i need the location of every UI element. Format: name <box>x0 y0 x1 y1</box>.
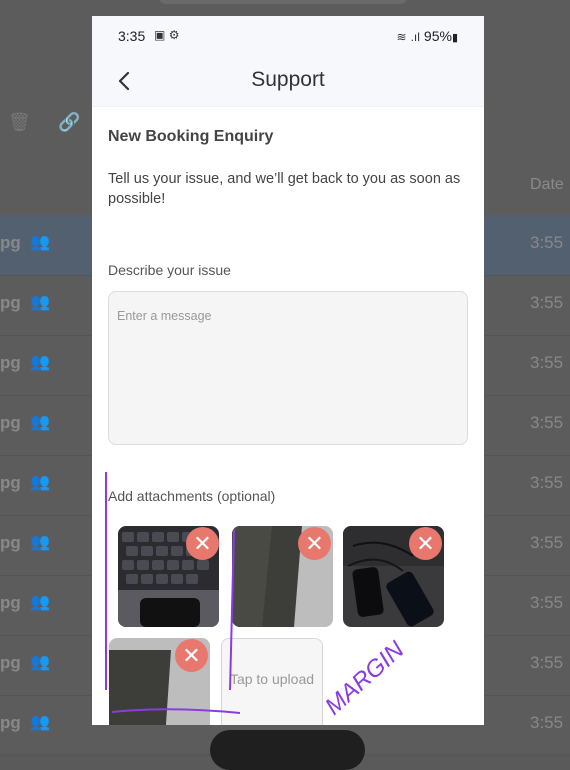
status-bar: 3:35 ▣ ⚙ ≋ .ıl 95%▮ <box>92 16 484 56</box>
background-row-name: pg <box>0 473 21 492</box>
people-icon: 👥 <box>30 354 50 371</box>
status-right: ≋ .ıl 95%▮ <box>397 28 459 44</box>
background-row-time: 3:55 <box>530 473 564 492</box>
upload-tile-label: Tap to upload <box>229 671 315 687</box>
remove-attachment-button[interactable]: ✕ <box>175 639 208 672</box>
gear-icon: ⚙ <box>168 28 180 42</box>
link-icon: 🔗 <box>58 112 81 132</box>
attachment-thumbnail[interactable]: ✕ <box>109 638 210 725</box>
remove-attachment-button[interactable]: ✕ <box>298 527 331 560</box>
background-row-name: pg <box>0 293 21 312</box>
describe-issue-label: Describe your issue <box>108 262 231 278</box>
people-icon: 👥 <box>30 534 50 551</box>
background-row-name: pg <box>0 593 21 612</box>
close-icon: ✕ <box>305 531 324 556</box>
status-time: 3:35 <box>118 28 146 44</box>
people-icon: 👥 <box>30 414 50 431</box>
page-title: Support <box>251 68 325 91</box>
remove-attachment-button[interactable]: ✕ <box>186 527 219 560</box>
battery-level: 95% <box>423 28 452 44</box>
background-row-name: pg <box>0 353 21 372</box>
background-row-time: 3:55 <box>530 413 564 432</box>
battery-icon: ▮ <box>451 32 458 44</box>
background-row-time: 3:55 <box>530 713 564 732</box>
image-icon: ▣ <box>154 28 166 42</box>
background-bottom-pill <box>210 730 365 770</box>
close-icon: ✕ <box>182 643 201 668</box>
background-row-time: 3:55 <box>530 293 564 312</box>
trash-icon: 🗑 <box>8 112 31 132</box>
background-row-time: 3:55 <box>530 233 564 252</box>
background-top-bar <box>158 0 408 4</box>
people-icon: 👥 <box>30 474 50 491</box>
attachment-thumbnail[interactable]: ✕ <box>343 526 444 627</box>
upload-tile[interactable]: Tap to upload <box>221 638 323 725</box>
attachment-thumbnail[interactable]: ✕ <box>232 526 333 627</box>
people-icon: 👥 <box>30 294 50 311</box>
people-icon: 👥 <box>30 594 50 611</box>
close-icon: ✕ <box>416 531 435 556</box>
background-row-name: pg <box>0 233 21 252</box>
background-row-time: 3:55 <box>530 593 564 612</box>
form-intro: Tell us your issue, and we’ll get back t… <box>108 171 461 207</box>
message-input[interactable]: Enter a message <box>108 291 468 445</box>
close-icon: ✕ <box>193 531 212 556</box>
status-icons: ▣ ⚙ <box>154 28 179 42</box>
background-date-header: Date <box>530 176 564 193</box>
message-placeholder: Enter a message <box>117 309 212 323</box>
app-bar: Support <box>92 56 484 107</box>
form-heading: New Booking Enquiry <box>108 128 274 145</box>
phone-screen: 3:35 ▣ ⚙ ≋ .ıl 95%▮ Support New Booking En… <box>92 16 484 725</box>
background-row-name: pg <box>0 713 21 732</box>
background-row-time: 3:55 <box>530 533 564 552</box>
background-row-name: pg <box>0 653 21 672</box>
remove-attachment-button[interactable]: ✕ <box>409 527 442 560</box>
people-icon: 👥 <box>30 714 50 731</box>
wifi-icon: ≋ <box>396 30 407 44</box>
people-icon: 👥 <box>30 234 50 251</box>
background-row-time: 3:55 <box>530 653 564 672</box>
attachment-thumbnail[interactable]: ✕ <box>118 526 219 627</box>
people-icon: 👥 <box>30 654 50 671</box>
signal-icon: .ıl <box>410 30 420 44</box>
background-row-time: 3:55 <box>530 353 564 372</box>
background-row-name: pg <box>0 533 21 552</box>
background-row-name: pg <box>0 413 21 432</box>
attachments-label: Add attachments (optional) <box>108 488 276 504</box>
